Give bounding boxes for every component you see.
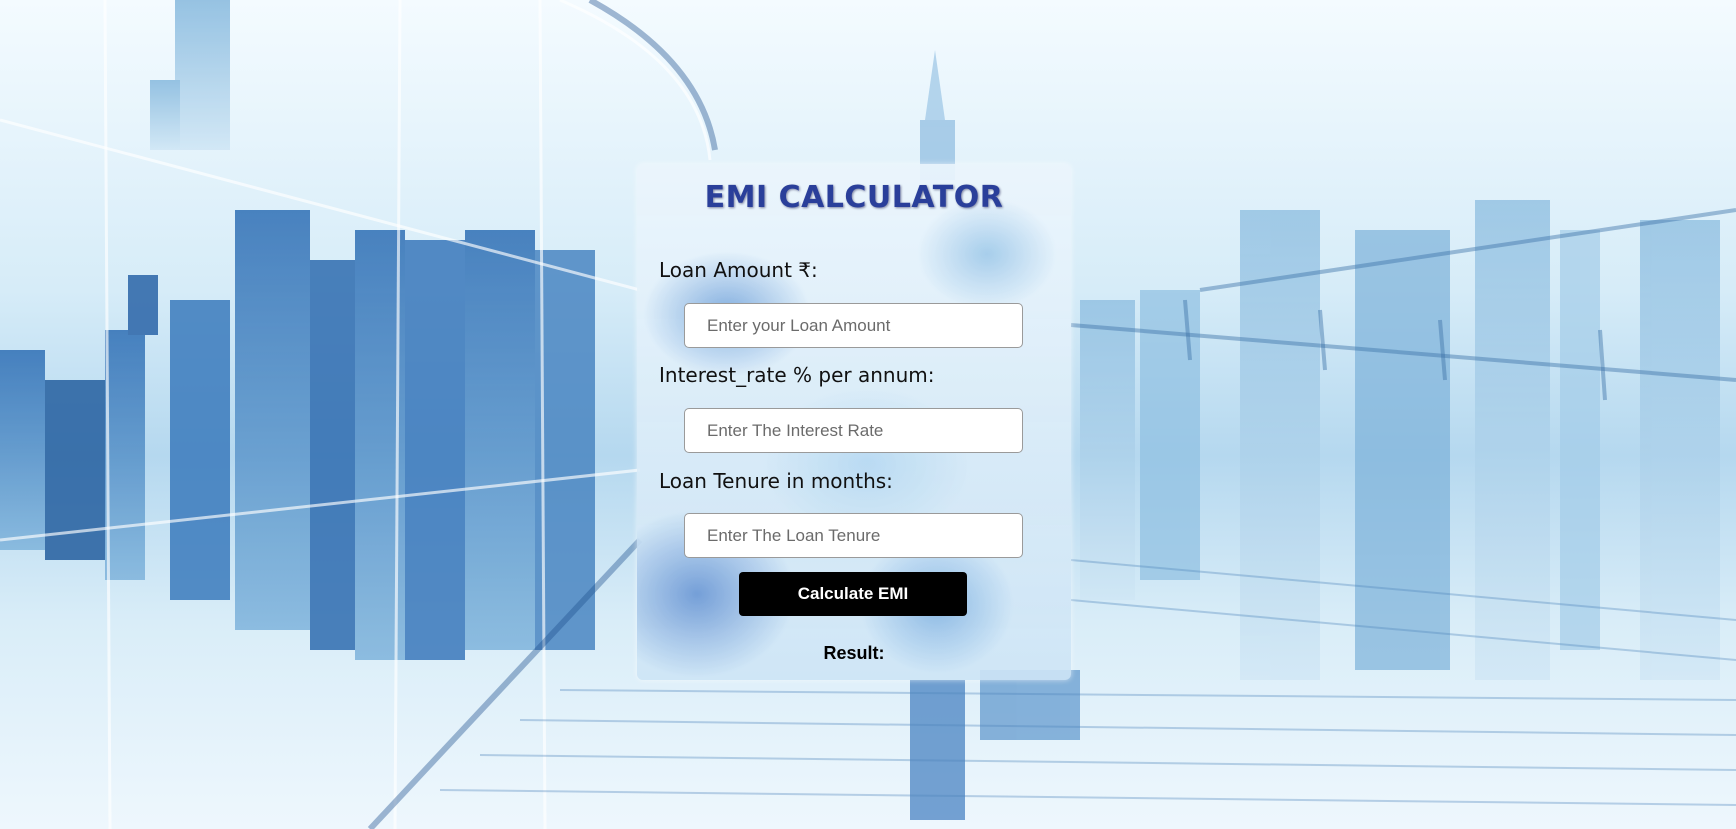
- loan-tenure-label: Loan Tenure in months:: [659, 469, 893, 493]
- result-label: Result:: [823, 643, 885, 663]
- interest-rate-label: Interest_rate % per annum:: [659, 363, 935, 387]
- calculator-title: EMI CALCULATOR: [704, 180, 1004, 215]
- loan-amount-input[interactable]: [684, 303, 1023, 348]
- loan-tenure-input[interactable]: [684, 513, 1023, 558]
- interest-rate-input[interactable]: [684, 408, 1023, 453]
- emi-calculator-card: EMI CALCULATOR Loan Amount ₹: Interest_r…: [637, 164, 1071, 680]
- loan-amount-label: Loan Amount ₹:: [659, 258, 818, 282]
- calculate-emi-button[interactable]: Calculate EMI: [739, 572, 967, 616]
